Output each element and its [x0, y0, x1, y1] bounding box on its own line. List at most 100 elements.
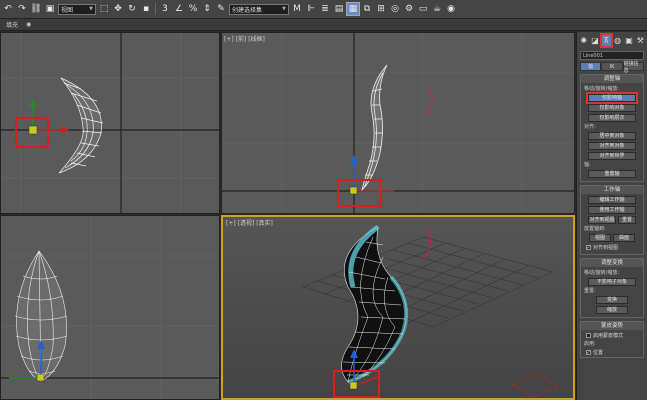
front-s-curve-mesh	[361, 64, 388, 192]
rotate-icon[interactable]: ↻	[126, 3, 138, 15]
position-label: 位置	[593, 350, 604, 356]
affect-pivot-only-button[interactable]: 仅影响轴	[586, 92, 638, 104]
view-dropdown[interactable]: 视图 ▼	[58, 3, 96, 15]
command-panel-tabs: ✺ ◪ ⊼ ◍ ▣ ⚒	[577, 32, 647, 49]
curve-editor-icon[interactable]: ⧉	[361, 3, 373, 15]
ribbon-toggle-icon[interactable]: ◉	[26, 21, 31, 28]
named-selection-icon[interactable]: ✎	[215, 3, 227, 15]
rendered-frame-icon[interactable]: ▭	[417, 3, 429, 15]
align-to-view-button[interactable]: 对齐到视图	[588, 216, 616, 224]
reset-transform-button[interactable]: 变换	[596, 296, 628, 304]
pivot-highlight-perspective	[333, 370, 380, 398]
place-pivot-to-label: 放置轴到:	[584, 226, 606, 232]
move-icon[interactable]: ✥	[112, 3, 124, 15]
affect-hierarchy-only-button[interactable]: 仅影响层次	[588, 114, 636, 122]
pivot-highlight-top	[15, 117, 49, 148]
ribbon-tab-fill[interactable]: 填充	[6, 20, 18, 29]
select-link-icon[interactable]: ⛓	[30, 3, 42, 15]
grid	[222, 33, 574, 213]
affect-object-only-button[interactable]: 仅影响对象	[588, 104, 636, 112]
redo-icon[interactable]: ↷	[16, 3, 28, 15]
render-setup-icon[interactable]: ⚙	[403, 3, 415, 15]
subtab-ik[interactable]: IK	[601, 62, 623, 71]
pivot-highlight-front	[337, 179, 382, 207]
select-region-icon[interactable]: ⬚	[98, 3, 110, 15]
align-to-world-button[interactable]: 对齐到世界	[588, 152, 636, 160]
viewport-top[interactable]	[0, 32, 220, 214]
snap-3d-icon[interactable]: 3	[159, 3, 171, 15]
align-icon[interactable]: ⊩	[305, 3, 317, 15]
enabled-label: 启用:	[584, 341, 596, 347]
align-to-view-check-label: 对齐到视图	[593, 245, 619, 251]
ground-marker	[512, 372, 559, 398]
rollout-skin-pose: 蒙皮姿势 启用蒙皮模式 启用: ✓ 位置	[580, 321, 644, 358]
transform-move-rotate-scale-label: 移动/旋转/缩放:	[584, 270, 620, 276]
utilities-tab-icon[interactable]: ⚒	[636, 35, 645, 46]
subtab-pivot[interactable]: 轴	[580, 62, 602, 71]
spline-arc	[422, 226, 432, 260]
view-dropdown-label: 视图	[61, 6, 74, 14]
chevron-down-icon: ▼	[89, 6, 93, 12]
viewport-left[interactable]	[0, 215, 220, 400]
edit-working-pivot-button[interactable]: 编辑工作轴	[588, 196, 636, 204]
enable-skin-pose-checkbox[interactable]: 启用蒙皮模式	[586, 332, 641, 339]
viewport-front[interactable]	[221, 32, 575, 214]
scene-explorer-icon[interactable]: ▤	[333, 3, 345, 15]
rollout-title[interactable]: 蒙皮姿势	[581, 322, 643, 330]
viewport-left-canvas	[1, 216, 219, 399]
rollout-adjust-transform: 调整变换 移动/旋转/缩放: 不影响子对象 重置: 变换 缩放	[580, 258, 644, 318]
enable-skin-pose-label: 启用蒙皮模式	[593, 333, 624, 339]
graphite-tools-icon[interactable]: ▦	[346, 2, 360, 16]
viewport-perspective[interactable]: [+] [透视] [真实]	[221, 215, 575, 400]
mirror-icon[interactable]: M	[291, 3, 303, 15]
schematic-view-icon[interactable]: ⊞	[375, 3, 387, 15]
viewport-front-label[interactable]: [+] [前] [线框]	[224, 34, 265, 43]
reset-scale-button[interactable]: 缩放	[596, 306, 628, 314]
material-editor-icon[interactable]: ◎	[389, 3, 401, 15]
subtab-link-info[interactable]: 链接信息	[622, 61, 644, 74]
display-tab-icon[interactable]: ▣	[624, 35, 633, 46]
selection-set-label: 创建选择集	[232, 6, 263, 14]
object-name: Line001	[583, 52, 603, 59]
angle-snap-icon[interactable]: ∠	[173, 3, 185, 15]
render-icon[interactable]: ◉	[445, 3, 457, 15]
hierarchy-subtabs: 轴 IK 链接信息	[580, 61, 644, 74]
main-toolbar: ↶ ↷ ⛓ ▣ 视图 ▼ ⬚ ✥ ↻ ▪ 3 ∠ % ⇕ ✎ 创建选择集 ▼ M ⊩…	[0, 0, 647, 19]
toolbar-divider	[155, 3, 156, 15]
center-to-object-button[interactable]: 居中到对象	[588, 132, 636, 140]
scale-icon[interactable]: ▪	[140, 3, 152, 15]
viewport-perspective-canvas	[302, 224, 559, 398]
select-object-icon[interactable]: ▣	[44, 3, 56, 15]
render-teapot-icon[interactable]: ☕	[431, 3, 443, 15]
align-to-object-button[interactable]: 对齐到对象	[588, 142, 636, 150]
viewport-front-canvas	[222, 33, 574, 213]
place-pivot-row: 视图 曲面	[583, 234, 641, 242]
percent-snap-icon[interactable]: %	[187, 3, 199, 15]
position-checkbox[interactable]: ✓ 位置	[586, 349, 641, 356]
pivot-label: 轴:	[584, 162, 591, 168]
dont-affect-children-button[interactable]: 不影响子对象	[588, 278, 636, 286]
rollout-title[interactable]: 工作轴	[581, 186, 643, 194]
undo-icon[interactable]: ↶	[2, 3, 14, 15]
place-view-button[interactable]: 视图	[589, 234, 611, 242]
modify-tab-icon[interactable]: ◪	[590, 35, 599, 46]
motion-tab-icon[interactable]: ◍	[613, 35, 622, 46]
use-working-pivot-button[interactable]: 使用工作轴	[588, 206, 636, 214]
perspective-leaf-mesh	[341, 224, 408, 384]
create-tab-icon[interactable]: ✺	[579, 35, 588, 46]
layer-manager-icon[interactable]: ≣	[319, 3, 331, 15]
rollout-title[interactable]: 调整变换	[581, 259, 643, 267]
reset-pivot-button[interactable]: 重置轴	[588, 170, 636, 178]
chevron-down-icon: ▼	[282, 6, 286, 12]
place-surface-button[interactable]: 曲面	[613, 234, 635, 242]
hierarchy-tab-icon[interactable]: ⊼	[599, 33, 614, 48]
align-to-view-checkbox[interactable]: ✓ 对齐到视图	[586, 244, 641, 251]
checkbox-checked-icon: ✓	[586, 349, 591, 356]
selection-set-dropdown[interactable]: 创建选择集 ▼	[229, 3, 289, 15]
ribbon-bar: 填充 ◉	[0, 19, 647, 31]
spinner-snap-icon[interactable]: ⇕	[201, 3, 213, 15]
reset-label: 重置:	[584, 288, 596, 294]
reset-working-pivot-button[interactable]: 重置	[618, 216, 636, 224]
viewport-perspective-label[interactable]: [+] [透视] [真实]	[226, 218, 273, 227]
rollout-title[interactable]: 调整轴	[581, 75, 643, 83]
